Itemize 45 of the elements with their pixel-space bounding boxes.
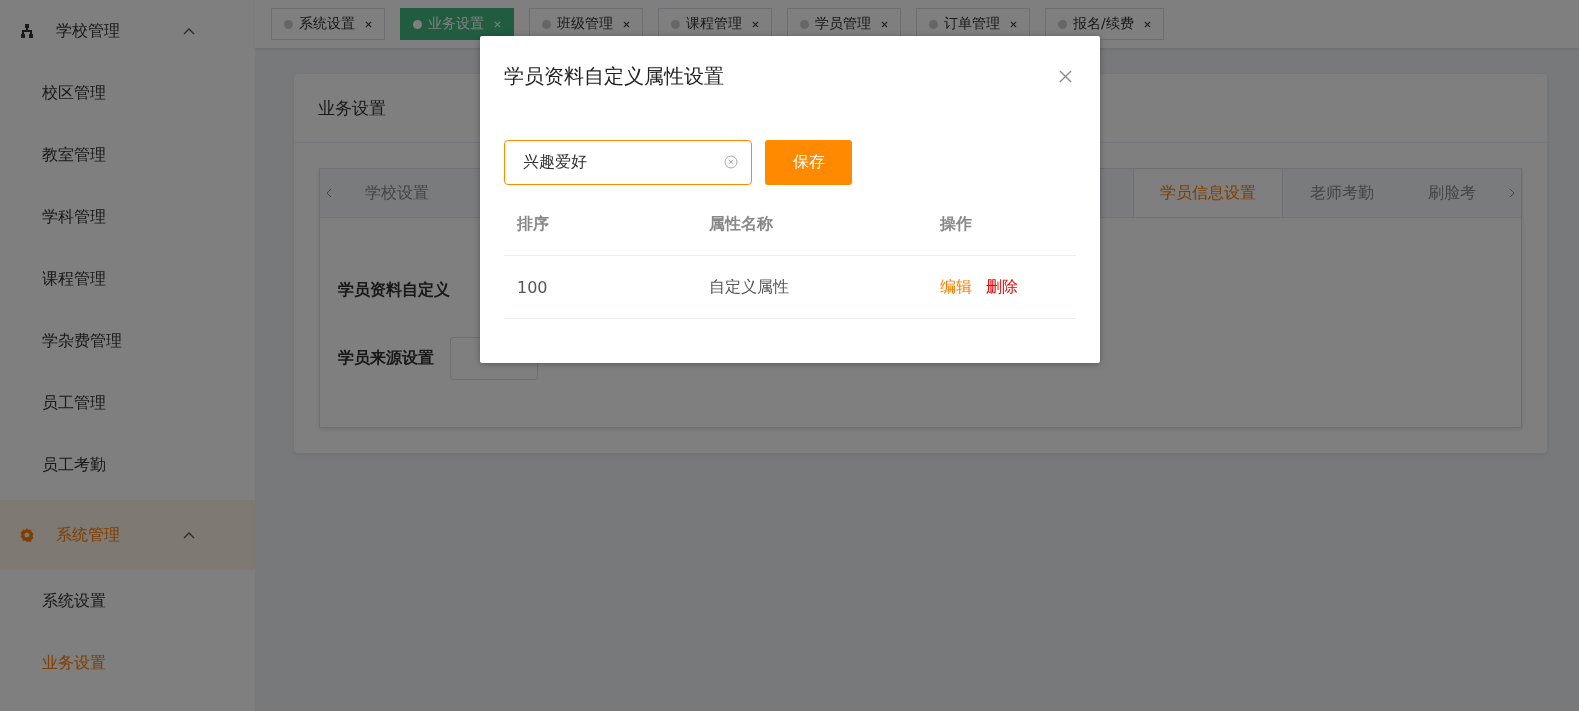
close-icon[interactable] [1143,20,1151,28]
setting-label: 学员资料自定义 [338,279,450,301]
table-cell-text: 自定义属性 [709,276,790,298]
column-header: 排序 [517,213,550,235]
close-icon[interactable] [881,20,888,28]
menu-item[interactable]: 教室管理 [0,124,255,186]
close-icon[interactable] [752,20,759,28]
dot-icon [929,19,938,29]
menu-item[interactable]: 课程管理 [0,248,255,310]
menu-item[interactable]: 校区管理 [0,62,255,124]
menu-item[interactable]: 系统设置 [0,570,255,632]
caret-icon [183,27,195,35]
menu-group[interactable]: 学校管理 [0,0,255,62]
save-button[interactable]: 保存 [765,140,852,185]
dot-icon [542,19,551,29]
chevron-right-icon[interactable] [1509,188,1515,198]
caret-icon [183,531,195,539]
clear-icon[interactable] [724,155,738,169]
dot-icon [413,19,422,29]
page-tab[interactable]: 系统设置 [271,8,385,40]
close-icon[interactable] [623,20,630,28]
dot-icon [1058,19,1067,29]
chevron-left-icon[interactable] [326,188,332,198]
close-icon[interactable] [365,20,372,28]
page-tab[interactable]: 报名/续费 [1045,8,1164,40]
hierarchy-icon [20,24,34,38]
gear-icon [20,528,34,542]
settings-tab[interactable]: 老师考勤 [1283,169,1401,217]
column-header: 属性名称 [709,213,774,235]
edit-link[interactable]: 编辑 [940,276,972,298]
column-header: 操作 [940,213,973,235]
menu-item[interactable]: 员工考勤 [0,434,255,496]
input-field[interactable]: 兴趣爱好 [504,140,752,185]
setting-label: 学员来源设置 [338,347,434,369]
dot-icon [671,19,680,29]
close-icon[interactable] [1059,69,1072,83]
menu-item[interactable]: 员工管理 [0,372,255,434]
table-cell-text: 100 [517,277,549,297]
dot-icon [800,19,809,29]
delete-link[interactable]: 删除 [986,276,1018,298]
settings-tab[interactable]: 刷脸考 [1401,169,1503,217]
close-icon[interactable] [1010,20,1017,28]
menu-item[interactable]: 学科管理 [0,186,255,248]
dot-icon [284,19,293,29]
menu-item[interactable]: 学杂费管理 [0,310,255,372]
